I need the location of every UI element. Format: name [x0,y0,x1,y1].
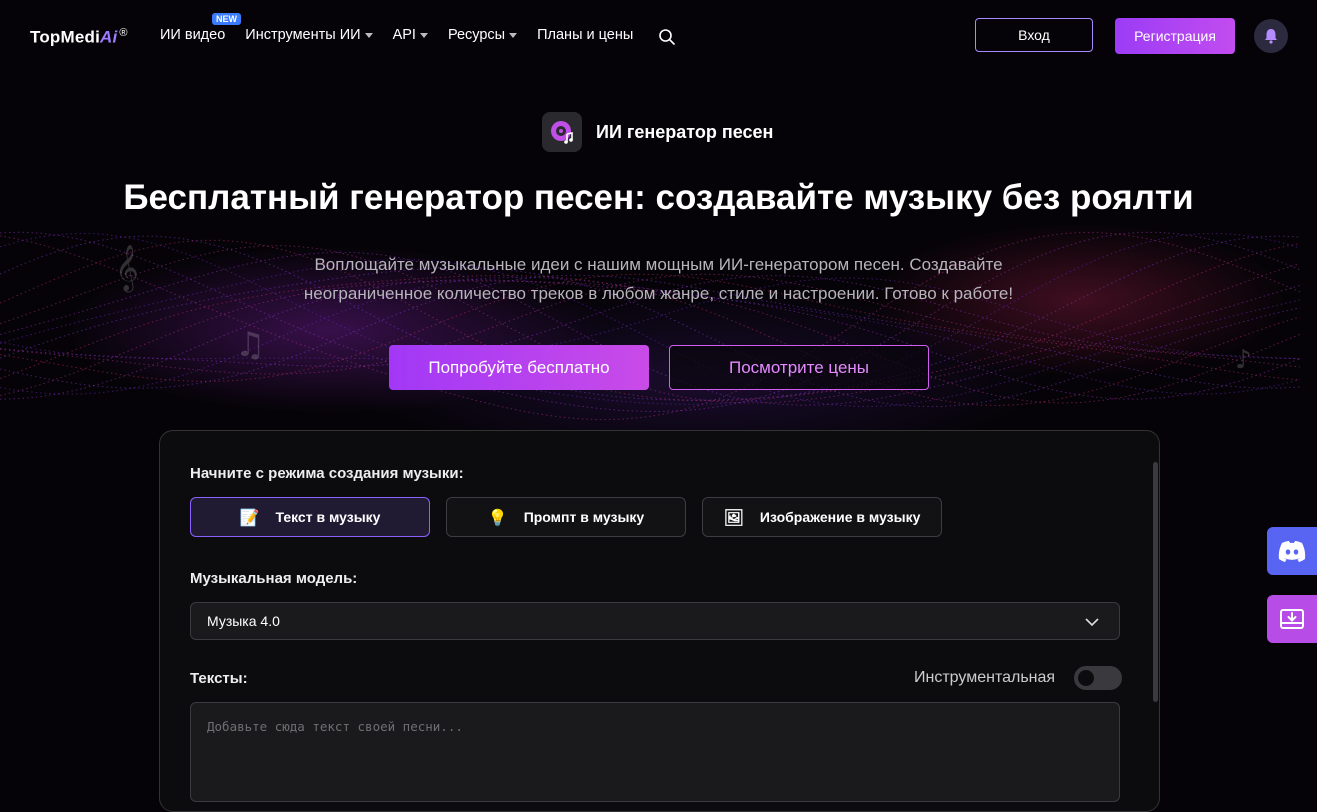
hero-subtitle-line-2: неограниченное количество треков в любом… [303,284,1014,303]
topmediai-logo[interactable]: TopMediAi ® [30,27,128,48]
lyrics-input[interactable] [190,702,1120,802]
nav-ai-video-label: ИИ видео [160,27,226,43]
signup-button[interactable]: Регистрация [1115,18,1235,54]
instrumental-toggle[interactable] [1074,666,1122,690]
logo-text: TopMedi [30,27,101,47]
instrumental-label: Инструментальная [914,669,1056,686]
download-icon [1280,609,1304,629]
caret-down-icon [364,32,373,38]
picture-icon: 🖼 [723,507,744,527]
try-free-button[interactable]: Попробуйте бесплатно [389,345,649,390]
music-model-value: Музыка 4.0 [207,613,280,629]
chevron-down-icon [1085,618,1099,627]
lyrics-label: Тексты: [190,670,248,687]
top-navigation-bar: TopMediAi ® ИИ видео NEW Инструменты ИИ A… [0,0,1317,72]
music-model-select[interactable]: Музыка 4.0 [190,602,1120,640]
mode-prompt-to-music-label: Промпт в музыку [523,509,645,525]
mode-label: Начните с режима создания музыки: [190,465,464,482]
view-pricing-button[interactable]: Посмотрите цены [669,345,929,390]
nav-pricing[interactable]: Планы и цены [537,27,633,43]
search-icon[interactable] [658,28,676,46]
bell-icon [1265,29,1277,44]
discord-icon [1278,541,1306,562]
treble-clef-decoration: 𝄞 [115,245,139,291]
toggle-knob [1078,670,1094,686]
memo-icon: 📝 [239,507,260,527]
nav-api-label: API [392,27,416,43]
nav-resources[interactable]: Ресурсы [447,27,518,43]
nav-ai-video[interactable]: ИИ видео NEW [160,13,241,43]
mode-image-to-music-button[interactable]: 🖼 Изображение в музыку [702,497,942,537]
download-app-button[interactable] [1267,595,1317,643]
lightbulb-icon: 💡 [487,507,508,527]
mode-text-to-music-button[interactable]: 📝 Текст в музыку [190,497,430,537]
nav-pricing-label: Планы и цены [537,27,634,43]
nav-ai-tools-label: Инструменты ИИ [245,27,361,43]
music-note-decoration: ♫ [235,325,266,365]
mode-image-to-music-label: Изображение в музыку [759,509,921,525]
nav-ai-tools[interactable]: Инструменты ИИ [245,27,373,43]
notification-button[interactable] [1254,19,1288,53]
login-button[interactable]: Вход [975,18,1093,52]
main-nav: ИИ видео NEW Инструменты ИИ API Ресурсы … [160,13,633,43]
page-title: Бесплатный генератор песен: создавайте м… [123,178,1194,217]
product-name: ИИ генератор песен [596,121,774,142]
caret-down-icon [419,32,428,38]
music-note-decoration-right: ♪ [1235,345,1252,375]
discord-button[interactable] [1267,527,1317,575]
nav-api[interactable]: API [393,27,428,43]
mode-text-to-music-label: Текст в музыку [275,509,381,525]
hero-subtitle: Воплощайте музыкальные идеи с нашим мощн… [240,250,1077,308]
new-badge: NEW [212,13,241,25]
music-disc-icon [542,112,582,152]
hero-subtitle-line-1: Воплощайте музыкальные идеи с нашим мощн… [314,255,1003,274]
logo-ai-text: Ai [100,27,118,47]
product-label: ИИ генератор песен [542,112,773,152]
caret-down-icon [509,32,518,38]
registered-mark: ® [119,27,128,39]
nav-resources-label: Ресурсы [447,27,506,43]
panel-scrollbar[interactable] [1153,462,1158,702]
model-label: Музыкальная модель: [190,570,358,587]
mode-prompt-to-music-button[interactable]: 💡 Промпт в музыку [446,497,686,537]
